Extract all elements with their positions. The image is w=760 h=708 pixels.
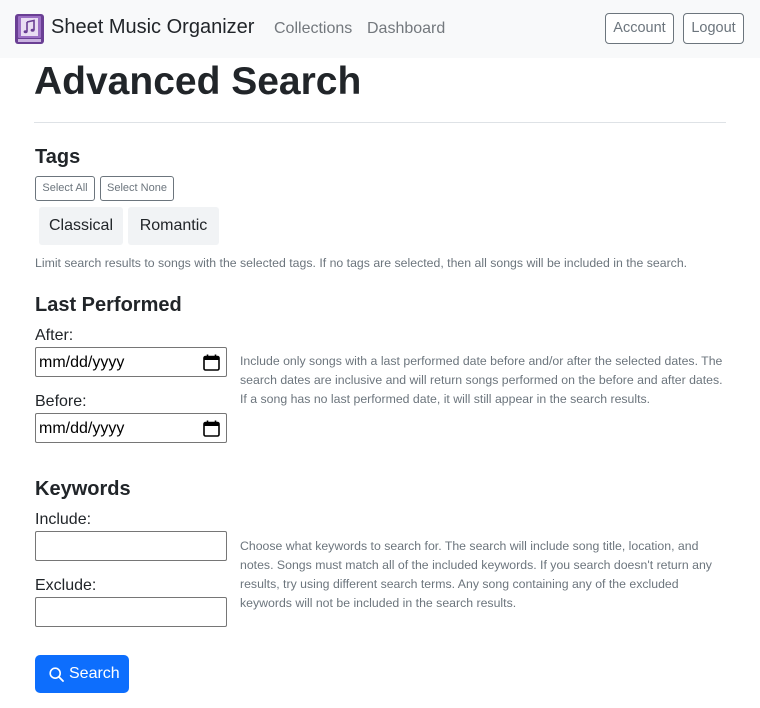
nav-link-dashboard[interactable]: Dashboard [367, 20, 445, 38]
search-icon [49, 667, 64, 682]
search-button-label: Search [69, 665, 120, 682]
sheet-music-book-icon[interactable] [14, 13, 45, 45]
last-performed-heading: Last Performed [35, 294, 182, 316]
account-button[interactable]: Account [605, 13, 674, 44]
before-date-value: mm/dd/yyyy [39, 420, 125, 437]
navbar: Sheet Music Organizer Collections Dashbo… [0, 0, 760, 58]
after-date-input[interactable]: mm/dd/yyyy [35, 347, 227, 377]
before-label: Before: [35, 393, 87, 410]
title-divider [34, 122, 726, 123]
search-button[interactable]: Search [35, 655, 129, 693]
keywords-heading: Keywords [35, 478, 131, 500]
include-keywords-input[interactable] [35, 531, 227, 561]
dates-help-text: Include only songs with a last performed… [240, 354, 723, 406]
include-label: Include: [35, 511, 92, 528]
after-label: After: [35, 327, 74, 344]
calendar-icon[interactable] [203, 354, 220, 371]
calendar-icon[interactable] [203, 420, 220, 437]
select-none-button[interactable]: Select None [100, 176, 174, 201]
brand-title[interactable]: Sheet Music Organizer [51, 16, 254, 39]
tag-classical[interactable]: Classical [39, 207, 123, 245]
tag-romantic[interactable]: Romantic [128, 207, 219, 245]
page-title: Advanced Search [34, 60, 362, 103]
nav-link-collections[interactable]: Collections [274, 20, 352, 38]
keywords-help-text: Choose what keywords to search for. The … [240, 539, 712, 610]
exclude-label: Exclude: [35, 577, 97, 594]
after-date-value: mm/dd/yyyy [39, 354, 125, 371]
tags-help-text: Limit search results to songs with the s… [35, 256, 688, 270]
select-all-button[interactable]: Select All [35, 176, 95, 201]
logout-button[interactable]: Logout [683, 13, 744, 44]
exclude-keywords-input[interactable] [35, 597, 227, 627]
before-date-input[interactable]: mm/dd/yyyy [35, 413, 227, 443]
tags-heading: Tags [35, 146, 81, 168]
